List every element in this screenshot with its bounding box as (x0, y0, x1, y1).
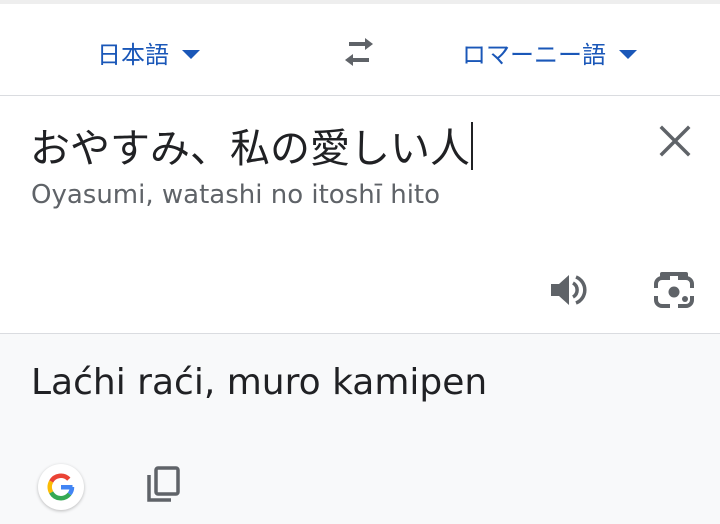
swap-languages-button[interactable] (336, 32, 382, 72)
source-language-selector[interactable]: 日本語 (97, 34, 200, 70)
transliteration-text: Oyasumi, watashi no itoshī hito (31, 180, 441, 210)
source-language-label: 日本語 (97, 40, 169, 69)
speaker-icon (551, 275, 587, 305)
translation-text: Laćhi raći, muro kamipen (31, 362, 488, 403)
listen-source-button[interactable] (546, 268, 590, 312)
camera-translate-button[interactable] (652, 268, 696, 312)
source-text: おやすみ、私の愛しい人 (30, 126, 470, 172)
camera-icon (654, 272, 694, 308)
copy-translation-button[interactable] (141, 462, 185, 506)
close-icon (659, 125, 691, 157)
target-language-selector[interactable]: ロマーニー語 (462, 34, 637, 70)
caret-down-icon (619, 49, 637, 59)
caret-down-icon (182, 49, 200, 59)
target-language-label: ロマーニー語 (462, 40, 606, 69)
source-text-field[interactable]: おやすみ、私の愛しい人 (30, 122, 473, 175)
language-bar: 日本語 ロマーニー語 (0, 4, 720, 96)
google-search-button[interactable] (38, 464, 84, 510)
swap-arrows-icon (345, 38, 373, 66)
source-input-area[interactable]: おやすみ、私の愛しい人 Oyasumi, watashi no itoshī h… (0, 96, 720, 333)
copy-icon (147, 466, 180, 502)
google-logo-icon (47, 473, 75, 501)
clear-text-button[interactable] (654, 120, 696, 162)
translation-output-area: Laćhi raći, muro kamipen (0, 333, 720, 524)
text-cursor (471, 122, 473, 170)
